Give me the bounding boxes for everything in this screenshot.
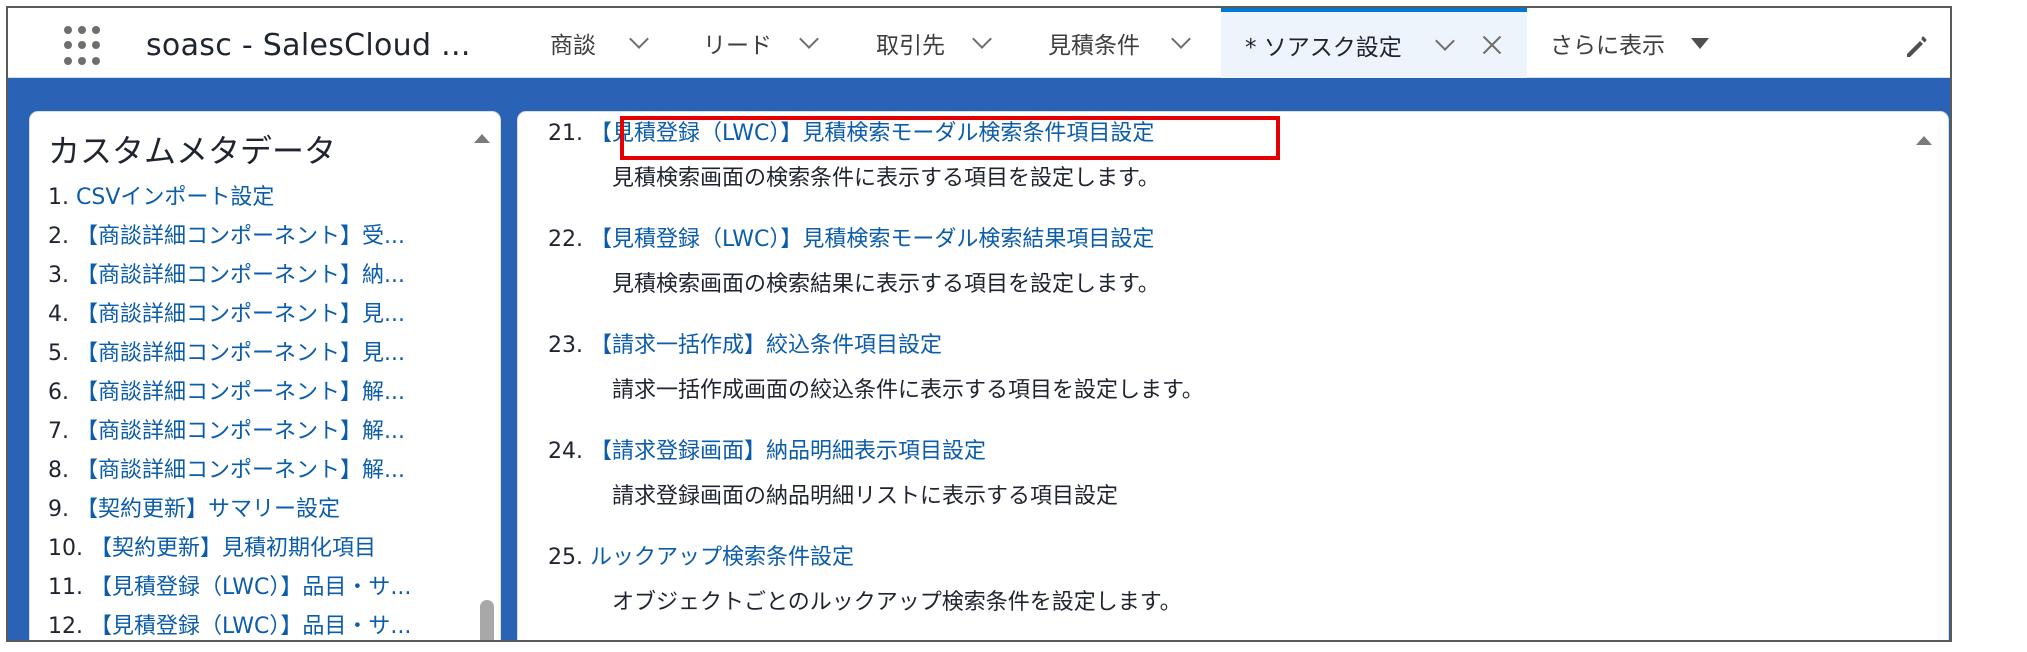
list-item[interactable]: 10. 【契約更新】見積初期化項目: [48, 529, 411, 568]
list-item[interactable]: 4. 【商談詳細コンポーネント】見...: [48, 295, 411, 334]
list-item[interactable]: 3. 【商談詳細コンポーネント】納...: [48, 256, 411, 295]
item-link[interactable]: CSVインポート設定: [76, 185, 274, 210]
tab-opportunities[interactable]: 商談: [550, 8, 649, 78]
settings-entry: 21. 【見積登録（LWC）】見積検索モーダル検索条件項目設定 見積検索画面の検…: [548, 116, 1280, 192]
tab-label: 取引先: [876, 33, 945, 59]
item-link[interactable]: 【商談詳細コンポーネント】見...: [76, 302, 405, 327]
entry-link[interactable]: 23. 【請求一括作成】絞込条件項目設定: [548, 328, 1204, 364]
entry-link[interactable]: 25. ルックアップ検索条件設定: [548, 540, 1182, 576]
entry-description: オブジェクトごとのルックアップ検索条件を設定します。: [612, 590, 1182, 615]
item-number: 10.: [48, 536, 83, 561]
list-item[interactable]: 5. 【商談詳細コンポーネント】見...: [48, 334, 411, 373]
entry-description: 請求一括作成画面の絞込条件に表示する項目を設定します。: [612, 378, 1204, 403]
tab-quote-conditions[interactable]: 見積条件: [1048, 8, 1191, 78]
global-navigation-bar: soasc - SalesCloud ... 商談 リード 取引先 見積条件 *…: [8, 8, 1950, 78]
settings-entry: 23. 【請求一括作成】絞込条件項目設定 請求一括作成画面の絞込条件に表示する項…: [548, 328, 1204, 404]
list-item[interactable]: 11. 【見積登録（LWC）】品目・サ...: [48, 568, 411, 607]
list-item[interactable]: 12. 【見積登録（LWC）】品目・サ...: [48, 607, 411, 640]
scroll-up-arrow-icon[interactable]: [1916, 136, 1932, 145]
chevron-down-icon[interactable]: [1434, 31, 1455, 51]
list-item[interactable]: 8. 【商談詳細コンポーネント】解...: [48, 451, 411, 490]
entry-title[interactable]: ルックアップ検索条件設定: [590, 545, 854, 570]
item-number: 2.: [48, 224, 69, 249]
item-number: 3.: [48, 263, 69, 288]
chevron-down-icon[interactable]: [629, 29, 649, 49]
app-launcher-icon[interactable]: [64, 26, 104, 66]
list-item[interactable]: 7. 【商談詳細コンポーネント】解...: [48, 412, 411, 451]
metadata-list: 1. CSVインポート設定 2. 【商談詳細コンポーネント】受... 3. 【商…: [48, 178, 411, 640]
chevron-down-icon[interactable]: [799, 29, 819, 49]
entry-description: 見積検索画面の検索条件に表示する項目を設定します。: [612, 166, 1160, 191]
item-link[interactable]: 【商談詳細コンポーネント】解...: [76, 419, 405, 444]
item-link[interactable]: 【商談詳細コンポーネント】受...: [76, 224, 405, 249]
item-link[interactable]: 【商談詳細コンポーネント】解...: [76, 458, 405, 483]
settings-detail-panel: 21. 【見積登録（LWC）】見積検索モーダル検索条件項目設定 見積検索画面の検…: [518, 112, 1948, 640]
tab-label: * ソアスク設定: [1245, 35, 1402, 61]
entry-number: 25.: [548, 545, 583, 570]
entry-number: 21.: [548, 121, 583, 146]
tab-label: リード: [703, 33, 772, 59]
list-item[interactable]: 9. 【契約更新】サマリー設定: [48, 490, 411, 529]
close-tab-icon[interactable]: [1482, 35, 1502, 55]
list-item[interactable]: 2. 【商談詳細コンポーネント】受...: [48, 217, 411, 256]
item-number: 12.: [48, 614, 83, 639]
entry-title[interactable]: 【請求一括作成】絞込条件項目設定: [590, 333, 942, 358]
custom-metadata-panel: カスタムメタデータ 1. CSVインポート設定 2. 【商談詳細コンポーネント】…: [30, 112, 500, 640]
tab-label: 商談: [550, 33, 596, 59]
tab-label: 見積条件: [1048, 33, 1140, 59]
item-number: 7.: [48, 419, 69, 444]
item-link[interactable]: 【商談詳細コンポーネント】納...: [76, 263, 405, 288]
pencil-icon[interactable]: [1903, 34, 1929, 60]
tab-leads[interactable]: リード: [703, 8, 819, 78]
tab-accounts[interactable]: 取引先: [876, 8, 992, 78]
entry-title[interactable]: 【見積登録（LWC）】見積検索モーダル検索結果項目設定: [590, 227, 1154, 252]
more-tabs-label: さらに表示: [1550, 33, 1665, 59]
entry-number: 23.: [548, 333, 583, 358]
item-number: 9.: [48, 497, 69, 522]
settings-entry: 25. ルックアップ検索条件設定 オブジェクトごとのルックアップ検索条件を設定し…: [548, 540, 1182, 616]
item-number: 6.: [48, 380, 69, 405]
tab-soasc-settings[interactable]: * ソアスク設定: [1221, 8, 1527, 78]
caret-down-icon: [1691, 37, 1709, 49]
settings-entry: 22. 【見積登録（LWC）】見積検索モーダル検索結果項目設定 見積検索画面の検…: [548, 222, 1160, 298]
entry-number: 22.: [548, 227, 583, 252]
item-link[interactable]: 【見積登録（LWC）】品目・サ...: [90, 614, 411, 639]
entry-number: 24.: [548, 439, 583, 464]
item-link[interactable]: 【契約更新】見積初期化項目: [90, 536, 376, 561]
entry-description: 見積検索画面の検索結果に表示する項目を設定します。: [612, 272, 1160, 297]
item-number: 5.: [48, 341, 69, 366]
highlight-box: [620, 116, 1280, 160]
scrollbar-thumb[interactable]: [480, 600, 494, 640]
item-link[interactable]: 【商談詳細コンポーネント】解...: [76, 380, 405, 405]
item-link[interactable]: 【見積登録（LWC）】品目・サ...: [90, 575, 411, 600]
scroll-up-arrow-icon[interactable]: [474, 134, 490, 143]
entry-title[interactable]: 【請求登録画面】納品明細表示項目設定: [590, 439, 986, 464]
item-number: 4.: [48, 302, 69, 327]
item-link[interactable]: 【契約更新】サマリー設定: [76, 497, 340, 522]
panel-title: カスタムメタデータ: [48, 132, 337, 170]
settings-entry: 24. 【請求登録画面】納品明細表示項目設定 請求登録画面の納品明細リストに表示…: [548, 434, 1118, 510]
entry-link[interactable]: 22. 【見積登録（LWC）】見積検索モーダル検索結果項目設定: [548, 222, 1160, 258]
entry-description: 請求登録画面の納品明細リストに表示する項目設定: [612, 484, 1119, 509]
item-number: 11.: [48, 575, 83, 600]
item-number: 8.: [48, 458, 69, 483]
entry-link[interactable]: 24. 【請求登録画面】納品明細表示項目設定: [548, 434, 1118, 470]
app-name: soasc - SalesCloud ...: [146, 28, 471, 63]
list-item[interactable]: 6. 【商談詳細コンポーネント】解...: [48, 373, 411, 412]
app-window: soasc - SalesCloud ... 商談 リード 取引先 見積条件 *…: [6, 6, 1952, 642]
item-number: 1.: [48, 185, 69, 210]
chevron-down-icon[interactable]: [1171, 29, 1191, 49]
more-tabs-button[interactable]: さらに表示: [1550, 8, 1709, 78]
list-item[interactable]: 1. CSVインポート設定: [48, 178, 411, 217]
item-link[interactable]: 【商談詳細コンポーネント】見...: [76, 341, 405, 366]
chevron-down-icon[interactable]: [972, 29, 992, 49]
